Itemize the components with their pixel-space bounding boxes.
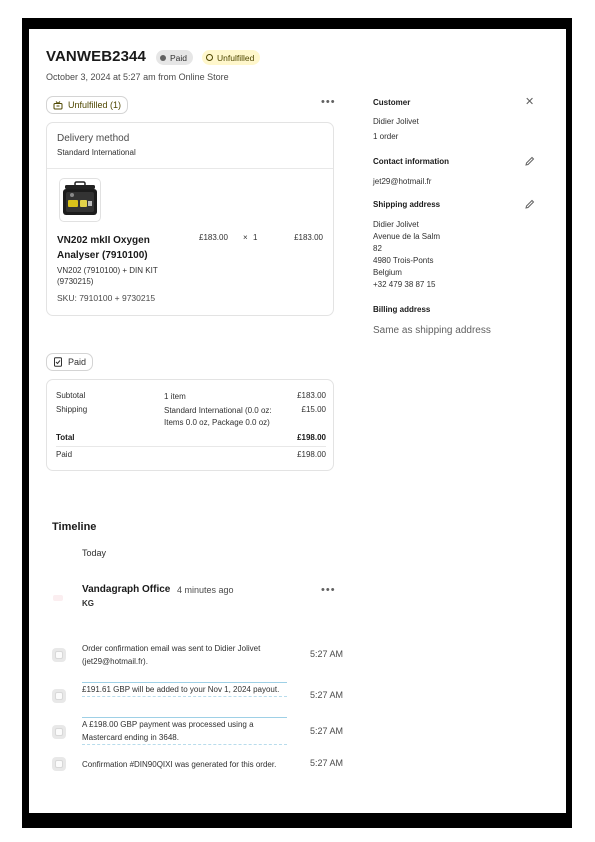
timeline-event-time: 5:27 AM [310,758,344,768]
timeline-event-dot-icon [52,648,66,662]
timeline-event-text: Confirmation #DIN90QIXI was generated fo… [82,760,277,769]
paid-status-label: Paid [68,357,87,367]
product-case-image [63,181,97,215]
status-dot-icon [160,54,166,61]
timeline-event-dot-icon [52,689,66,703]
timeline-event-text: A £198.00 GBP payment was processed usin… [82,717,287,745]
order-meta: October 3, 2024 at 5:27 am from Online S… [46,72,229,82]
timeline-event-time: 5:27 AM [310,690,344,700]
timeline-event-time: 5:27 AM [310,726,344,736]
unfulfilled-status-label: Unfulfilled (1) [68,100,122,110]
timeline-heading: Timeline [52,521,97,533]
delivery-method-title: Delivery method [57,133,130,144]
shipping-amount: £15.00 [301,405,326,414]
shipping-label: Shipping [56,405,88,414]
payment-status-label: Paid [170,52,188,63]
delivery-method-value: Standard International [57,148,136,157]
order-page: VANWEB2344 Paid Unfulfilled October 3, 2… [29,29,566,813]
receipt-check-icon [54,357,62,367]
fulfillment-status-badge: Unfulfilled [202,50,261,65]
comment-author: Vandagraph Office [82,584,171,595]
timeline-event-time: 5:27 AM [310,649,344,659]
product-variant: VN202 (7910100) + DIN KIT (9730215) [57,266,158,286]
shipping-address-line: Belgium [373,268,402,277]
timeline-event-dot-icon [52,725,66,739]
product-unit-price: £183.00 [199,233,228,242]
status-ring-icon [206,54,213,61]
comment-avatar [53,595,63,601]
product-name-link[interactable]: VN202 mkII Oxygen Analyser (7910100) [57,233,177,263]
subtotal-desc: 1 item [164,392,186,401]
edit-pencil-icon[interactable] [524,156,535,167]
shipping-heading: Shipping address [373,200,441,209]
shipping-address-line: Didier Jolivet [373,220,419,229]
customer-name-link[interactable]: Didier Jolivet [373,116,419,128]
product-line-total: £183.00 [294,233,323,242]
billing-heading: Billing address [373,305,431,314]
payment-status-badge: Paid [156,50,194,65]
comment-initials: KG [82,599,94,608]
comment-timestamp: 4 minutes ago [177,585,234,595]
shipping-address-line: Avenue de la Salm [373,232,441,241]
multiply-sign: × [243,233,248,242]
edit-pencil-icon[interactable] [524,199,535,210]
timeline-event-text: £191.61 GBP will be added to your Nov 1,… [82,682,287,697]
timeline-event-dot-icon [52,757,66,771]
contact-heading: Contact information [373,157,449,166]
product-sku: SKU: 7910100 + 9730215 [57,293,156,303]
product-thumbnail[interactable] [59,178,101,222]
customer-heading: Customer [373,98,411,107]
paid-status-pill: Paid [46,353,94,371]
customer-orders-link[interactable]: 1 order [373,131,398,143]
timeline-day-label: Today [82,548,107,558]
unfulfilled-status-pill: Unfulfilled (1) [46,96,129,114]
close-icon[interactable]: ✕ [525,95,534,108]
shipping-address-line: 4980 Trois-Ponts [373,256,434,265]
timeline-event-text: Order confirmation email was sent to Did… [82,644,261,666]
comment-more-icon[interactable]: ••• [321,584,336,596]
subtotal-label: Subtotal [56,391,86,400]
fulfillment-card: Delivery method Standard International V… [46,122,334,316]
fulfillment-status-label: Unfulfilled [217,52,255,63]
shipping-phone[interactable]: +32 479 38 87 15 [373,279,440,291]
more-actions-icon[interactable]: ••• [321,96,336,108]
package-icon [53,101,63,110]
total-amount: £198.00 [297,433,326,442]
paid-label: Paid [56,450,73,459]
product-quantity: 1 [253,233,258,242]
billing-value: Same as shipping address [373,325,491,336]
shipping-address-block: Didier Jolivet Avenue de la Salm 82 4980… [373,219,440,291]
payment-card: Subtotal 1 item £183.00 Shipping Standar… [46,379,334,471]
shipping-desc: Standard International (0.0 oz: Items 0.… [164,406,272,427]
paid-amount: £198.00 [297,450,326,459]
shipping-address-line: 82 [373,244,382,253]
order-title: VANWEB2344 [46,48,146,65]
divider [56,446,326,447]
subtotal-amount: £183.00 [297,391,326,400]
divider [47,168,333,169]
total-label: Total [56,433,75,442]
customer-email-link[interactable]: jet29@hotmail.fr [373,176,431,188]
